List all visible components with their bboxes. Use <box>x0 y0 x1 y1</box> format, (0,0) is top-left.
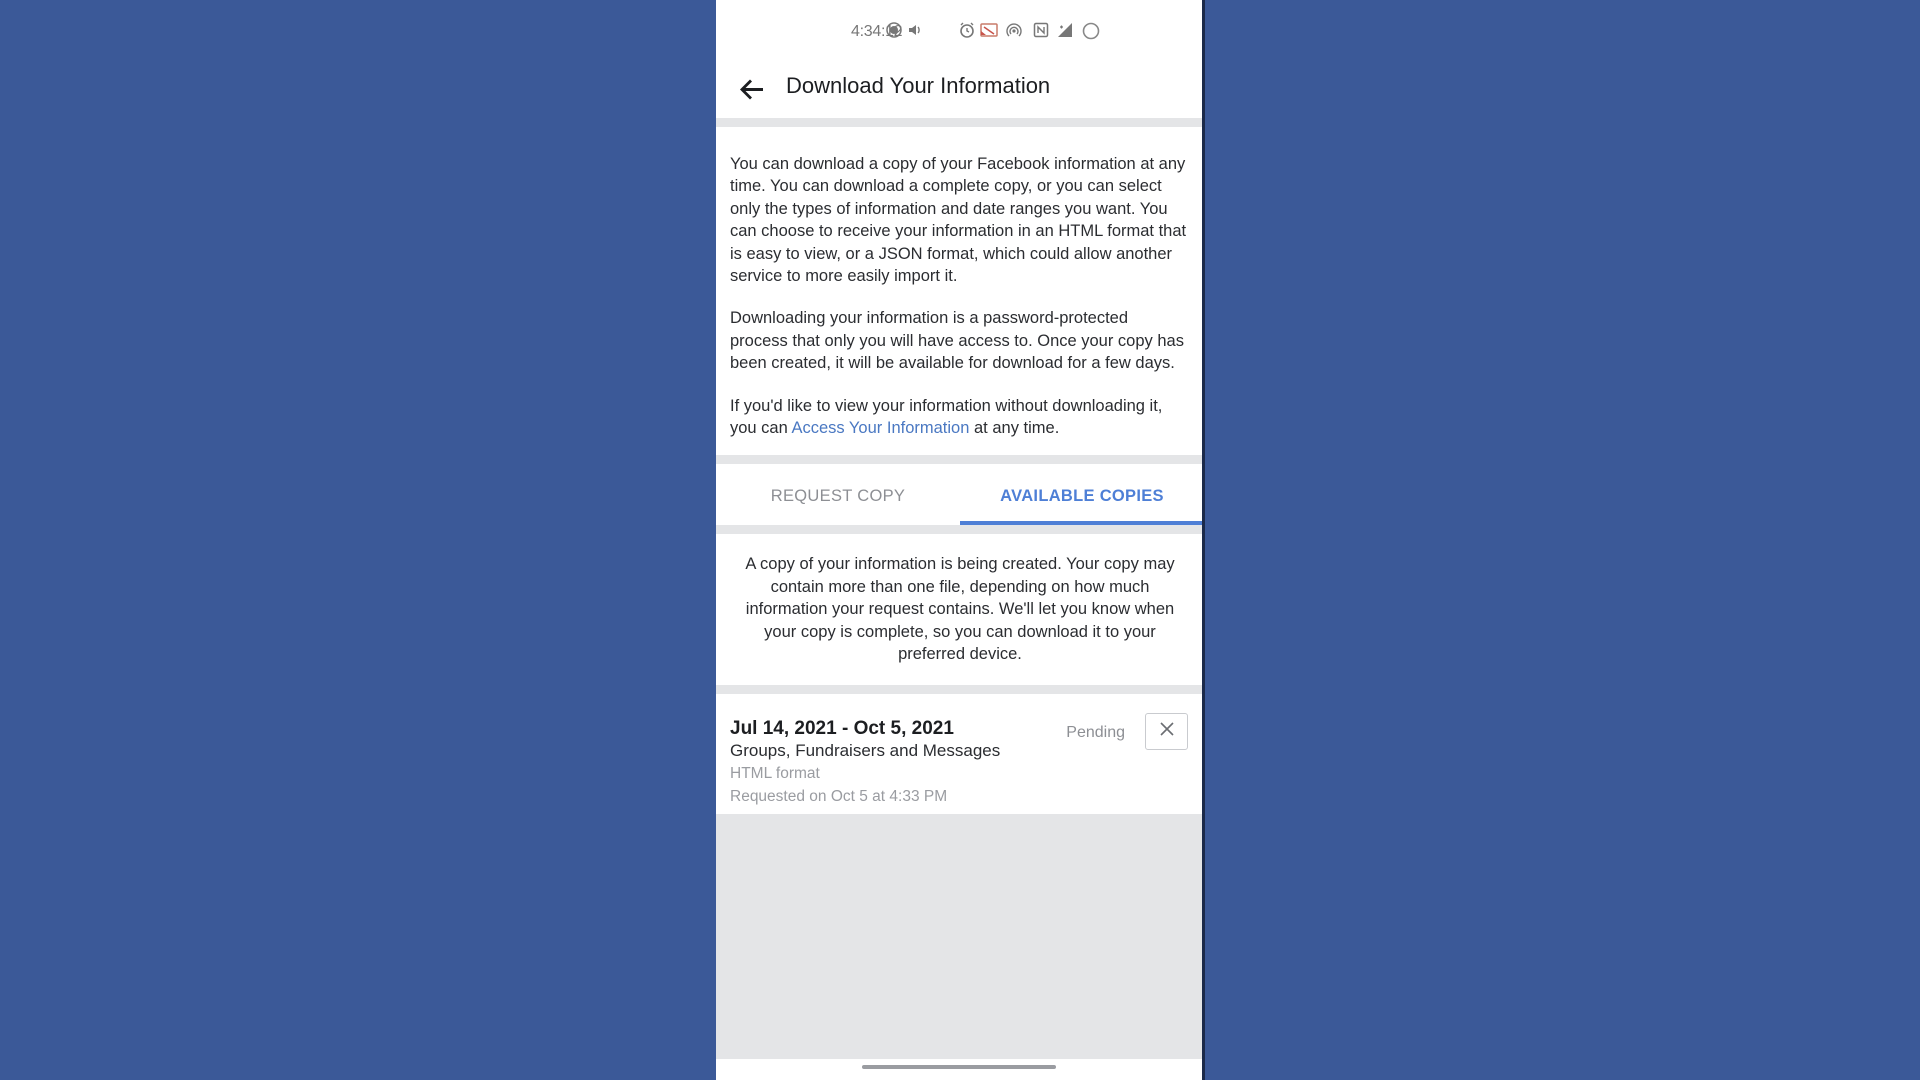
section-divider <box>716 118 1204 127</box>
battery-icon <box>1082 22 1100 40</box>
volume-icon <box>907 22 923 38</box>
phone-edge <box>1202 0 1205 1080</box>
phone-screen: 4:34:12 Download Your Information You ca… <box>716 0 1204 1080</box>
intro-paragraph: You can download a copy of your Facebook… <box>730 155 1187 286</box>
status-bar: 4:34:12 <box>716 0 1204 64</box>
copy-notice: A copy of your information is being crea… <box>745 555 1175 664</box>
close-icon <box>1159 721 1175 742</box>
intro-paragraph: If you'd like to view your information w… <box>730 396 1163 438</box>
signal-icon <box>1056 22 1072 38</box>
tab-request-copy[interactable]: REQUEST COPY <box>716 464 960 525</box>
copy-categories: Groups, Fundraisers and Messages <box>730 740 1001 760</box>
access-your-information-link[interactable]: Access Your Information <box>791 419 969 437</box>
empty-area <box>716 814 1204 1059</box>
page-title: Download Your Information <box>786 73 1051 98</box>
app-header: Download Your Information <box>716 64 1204 118</box>
intro-text: You can download a copy of your Facebook… <box>716 127 1204 455</box>
hotspot-icon <box>1006 22 1022 38</box>
copy-requested-date: Requested on Oct 5 at 4:33 PM <box>730 787 948 805</box>
copy-format: HTML format <box>730 764 820 782</box>
copy-list-item: Jul 14, 2021 - Oct 5, 2021 Groups, Fundr… <box>716 694 1204 813</box>
cancel-copy-button[interactable] <box>1145 712 1188 750</box>
intro-paragraph: Downloading your information is a passwo… <box>730 309 1184 373</box>
section-divider <box>716 455 1204 465</box>
cast-icon <box>980 22 998 38</box>
section-divider <box>716 525 1204 535</box>
gesture-nav-bar <box>716 1059 1204 1080</box>
section-divider <box>716 684 1204 694</box>
tab-available-copies[interactable]: AVAILABLE COPIES <box>960 464 1204 526</box>
alarm-icon <box>959 22 975 38</box>
status-badge: Pending <box>1066 723 1125 741</box>
tab-bar: REQUEST COPY AVAILABLE COPIES <box>716 464 1204 526</box>
back-arrow-icon[interactable] <box>736 74 768 106</box>
nfc-icon <box>1033 22 1049 38</box>
home-indicator[interactable] <box>862 1065 1056 1069</box>
record-icon <box>886 22 902 38</box>
